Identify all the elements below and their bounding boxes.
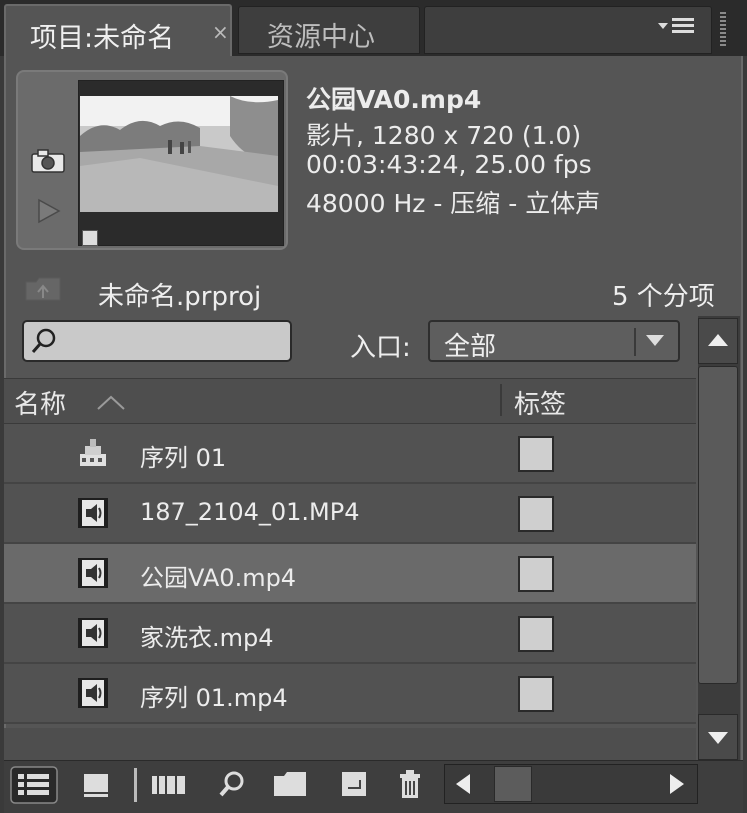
media-clip-icon (78, 558, 108, 588)
new-item-icon[interactable] (334, 766, 374, 804)
icon-view-icon[interactable] (76, 766, 116, 804)
arrow-down-icon (708, 732, 728, 744)
label-color-swatch[interactable] (518, 616, 554, 652)
project-file-name: 未命名.prproj (98, 282, 262, 312)
table-row[interactable]: 序列 01 (4, 424, 696, 484)
play-icon[interactable] (36, 198, 62, 224)
label-color-swatch[interactable] (518, 496, 554, 532)
media-clip-icon (78, 678, 108, 708)
clip-duration-info: 00:03:43:24, 25.00 fps (306, 150, 592, 179)
row-name: 序列 01 (140, 444, 227, 472)
sequence-icon (80, 439, 106, 466)
trash-icon[interactable] (390, 766, 430, 804)
poster-frame-slider[interactable] (82, 230, 98, 246)
table-row-selected[interactable]: 公园VA0.mp4 (4, 544, 696, 604)
horizontal-scroll-thumb[interactable] (494, 766, 532, 802)
row-name: 序列 01.mp4 (140, 684, 288, 712)
folder-up-icon[interactable] (24, 276, 62, 302)
entry-label: 入口: (350, 333, 411, 363)
scroll-left-button[interactable] (452, 772, 474, 796)
row-name: 187_2104_01.MP4 (140, 498, 360, 526)
scroll-down-button[interactable] (698, 714, 738, 760)
tab-resource-center-label: 资源中心 (267, 22, 375, 53)
search-icon (31, 328, 56, 353)
clip-name: 公园VA0.mp4 (306, 85, 482, 114)
horizontal-scrollbar[interactable] (444, 764, 698, 804)
entry-dropdown-value: 全部 (444, 332, 497, 362)
scroll-up-button[interactable] (698, 318, 738, 364)
label-color-swatch[interactable] (518, 556, 554, 592)
thumbnail-image (80, 96, 278, 212)
column-header-name[interactable]: 名称 (14, 384, 66, 421)
find-icon[interactable] (212, 766, 252, 804)
search-input[interactable] (22, 320, 292, 362)
clip-type-info: 影片, 1280 x 720 (1.0) (306, 121, 582, 150)
toolbar-separator (134, 768, 137, 802)
close-icon[interactable]: × (212, 20, 229, 44)
tab-project-label: 项目:未命名 (30, 23, 175, 54)
sort-ascending-icon[interactable] (96, 393, 126, 411)
row-name: 公园VA0.mp4 (140, 564, 297, 592)
tab-resource-center[interactable]: 资源中心 (238, 6, 420, 54)
label-color-swatch[interactable] (518, 676, 554, 712)
panel-menu-icon[interactable] (654, 14, 702, 40)
media-clip-icon (78, 498, 108, 528)
tab-project[interactable]: 项目:未命名 × (4, 4, 232, 56)
chevron-down-icon (646, 335, 664, 346)
new-bin-icon[interactable] (270, 766, 310, 804)
table-row[interactable]: 187_2104_01.MP4 (4, 484, 696, 544)
media-clip-icon (78, 618, 108, 648)
column-header-label[interactable]: 标签 (514, 384, 566, 421)
label-color-swatch[interactable] (518, 436, 554, 472)
list-empty-area (4, 728, 696, 760)
column-divider[interactable] (500, 384, 502, 416)
list-view-icon[interactable] (10, 766, 58, 804)
arrow-up-icon (708, 334, 728, 346)
vertical-scroll-thumb[interactable] (698, 366, 738, 684)
table-row[interactable]: 序列 01.mp4 (4, 664, 696, 724)
dropdown-separator (634, 328, 636, 356)
item-count: 5 个分项 (612, 282, 715, 312)
camera-icon[interactable] (30, 148, 66, 174)
scroll-right-button[interactable] (666, 772, 688, 796)
table-row[interactable]: 家洗衣.mp4 (4, 604, 696, 664)
entry-dropdown[interactable]: 全部 (428, 320, 680, 362)
row-name: 家洗衣.mp4 (140, 624, 274, 652)
automate-to-sequence-icon[interactable] (148, 766, 188, 804)
panel-grip-right[interactable] (720, 12, 726, 46)
clip-audio-info: 48000 Hz - 压缩 - 立体声 (306, 189, 601, 218)
